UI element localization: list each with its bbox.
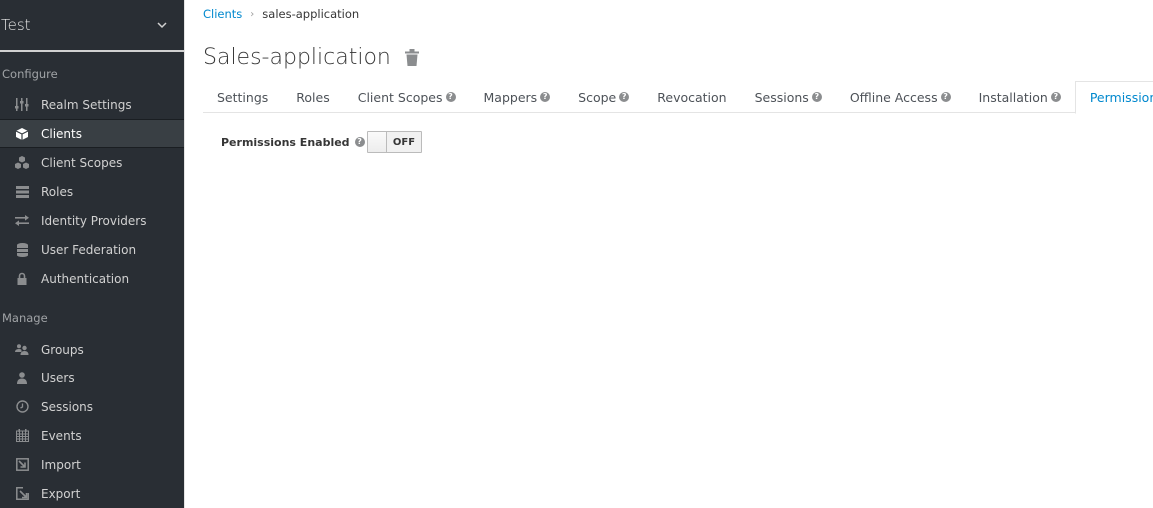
help-icon[interactable]: ? [354,137,365,147]
tab-scope[interactable]: Scope? [564,81,643,113]
sidebar-item-export[interactable]: Export [0,479,184,508]
sidebar-item-label: Identity Providers [41,213,147,228]
breadcrumb-separator: › [250,8,255,20]
help-icon[interactable]: ? [1050,92,1061,102]
tabs: Settings Roles Client Scopes? Mappers? S… [203,81,1153,114]
sidebar-item-label: Sessions [41,399,94,414]
sidebar-item-label: Events [41,428,82,443]
tab-permissions[interactable]: Permissions? [1074,81,1153,114]
clock-icon [14,400,30,414]
sidebar-item-label: Import [41,457,81,472]
sidebar-item-groups[interactable]: Groups [0,335,184,364]
sidebar-item-label: Authentication [41,271,130,286]
realm-selector[interactable]: Test [0,0,184,52]
users-icon [14,343,30,357]
sliders-icon [14,98,30,112]
tab-label: Scope [578,89,617,105]
tab-label: Installation [978,89,1048,105]
tab-roles[interactable]: Roles [282,81,343,113]
tab-mappers[interactable]: Mappers? [470,81,565,113]
sidebar-item-label: Roles [41,184,74,199]
user-icon [14,371,30,385]
tab-label: Roles [296,89,330,105]
tab-label: Permissions [1089,90,1153,105]
main-content: Clients › sales-application Sales-applic… [184,0,1153,508]
sidebar-item-sessions[interactable]: Sessions [0,392,184,421]
sidebar: Test Configure Realm Settings Clients Cl… [0,0,184,508]
trash-icon[interactable] [404,49,421,67]
tab-label: Settings [217,89,269,105]
sidebar-item-label: User Federation [41,242,137,257]
tab-installation[interactable]: Installation? [965,81,1075,113]
help-icon[interactable]: ? [811,92,822,102]
sidebar-item-roles[interactable]: Roles [0,177,184,206]
tab-sessions[interactable]: Sessions? [741,81,836,113]
help-icon[interactable]: ? [540,92,551,102]
lock-icon [14,272,30,286]
toggle-state-label: OFF [387,132,421,152]
sidebar-item-user-federation[interactable]: User Federation [0,235,184,264]
tab-label: Sessions [754,89,809,105]
permissions-enabled-toggle[interactable]: OFF [367,131,422,153]
tab-revocation[interactable]: Revocation [643,81,740,113]
breadcrumb: Clients › sales-application [203,7,359,21]
cubes-icon [14,155,30,170]
sidebar-item-label: Clients [41,126,82,141]
help-icon[interactable]: ? [619,92,630,102]
sidebar-item-label: Users [41,370,75,385]
section-title-manage: Manage [2,311,48,325]
realm-name: Test [1,16,31,34]
breadcrumb-link-clients[interactable]: Clients [203,7,242,21]
permissions-enabled-row: Permissions Enabled ? OFF [221,131,422,153]
sidebar-item-authentication[interactable]: Authentication [0,264,184,293]
sidebar-item-label: Realm Settings [41,97,132,112]
sidebar-item-label: Client Scopes [41,155,123,170]
sidebar-item-realm-settings[interactable]: Realm Settings [0,90,184,119]
tab-settings[interactable]: Settings [203,81,282,113]
page-title: Sales-application [203,45,391,70]
tab-label: Client Scopes [357,89,443,105]
import-icon [14,458,30,472]
sidebar-item-label: Groups [41,342,84,357]
sidebar-item-users[interactable]: Users [0,363,184,392]
chevron-down-icon[interactable] [156,19,168,31]
exchange-icon [14,214,30,228]
sidebar-item-events[interactable]: Events [0,421,184,450]
sidebar-item-label: Export [41,486,81,501]
tab-client-scopes[interactable]: Client Scopes? [344,81,470,113]
database-icon [14,242,30,257]
tab-label: Offline Access [849,89,938,105]
help-icon[interactable]: ? [940,92,951,102]
tab-label: Mappers [483,89,538,105]
label-text: Permissions Enabled [221,135,350,149]
tab-label: Revocation [657,89,727,105]
help-icon[interactable]: ? [445,92,456,102]
sidebar-item-identity-providers[interactable]: Identity Providers [0,206,184,235]
sidebar-item-client-scopes[interactable]: Client Scopes [0,148,184,177]
export-icon [14,487,30,501]
page-title-container: Sales-application [203,45,421,70]
calendar-icon [14,429,30,443]
tab-offline-access[interactable]: Offline Access? [836,81,965,113]
sidebar-item-import[interactable]: Import [0,450,184,479]
sidebar-item-clients[interactable]: Clients [0,119,184,148]
toggle-knob [368,132,387,152]
breadcrumb-current: sales-application [262,7,360,21]
section-title-configure: Configure [2,67,58,81]
list-icon [14,185,30,199]
permissions-enabled-label: Permissions Enabled ? [221,136,367,149]
cube-icon [14,127,30,141]
